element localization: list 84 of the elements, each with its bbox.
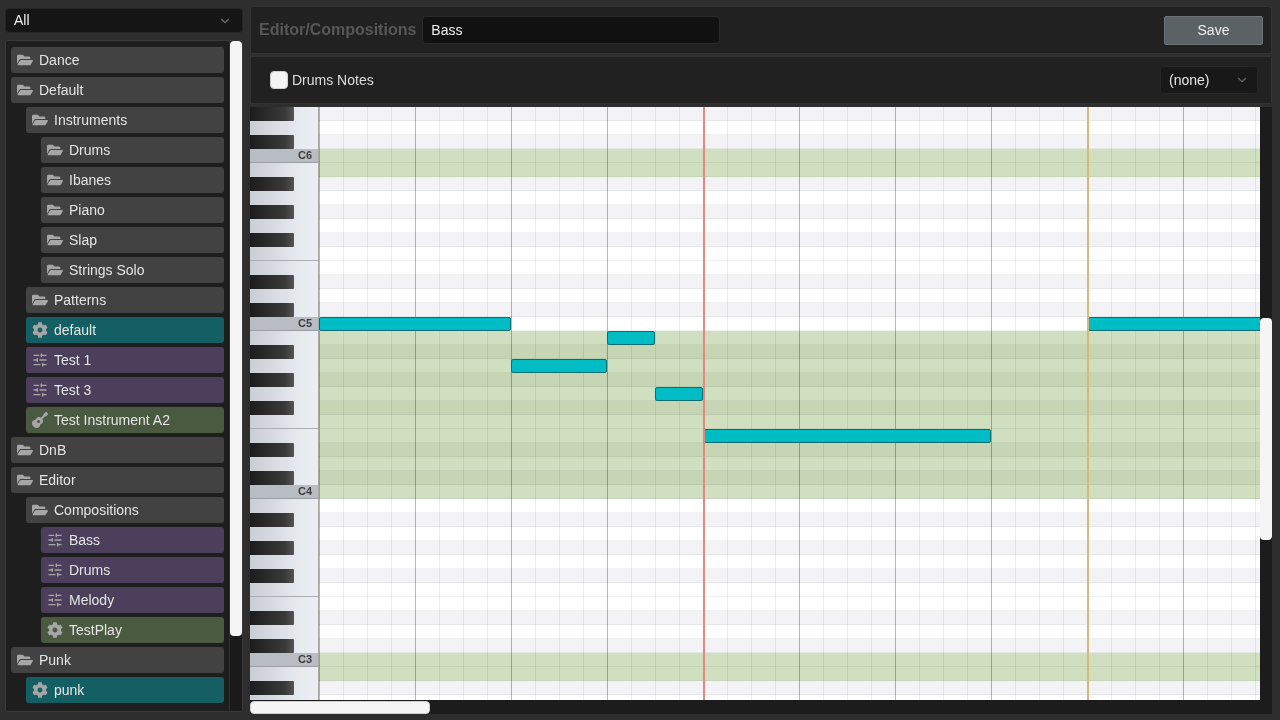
- note-block[interactable]: [511, 359, 607, 373]
- tree-item[interactable]: Piano: [41, 197, 224, 223]
- tree-item[interactable]: Drums: [41, 137, 224, 163]
- tree-item[interactable]: Default: [11, 77, 224, 103]
- tree-item[interactable]: TestPlay: [41, 617, 224, 643]
- tree-item[interactable]: Punk: [11, 647, 224, 673]
- sliders-icon: [47, 562, 63, 578]
- vertical-scrollbar[interactable]: [1260, 107, 1272, 700]
- piano-key[interactable]: [250, 443, 294, 457]
- piano-key[interactable]: [250, 345, 294, 359]
- tree-item[interactable]: Patterns: [26, 287, 224, 313]
- piano-key[interactable]: C3: [250, 653, 318, 667]
- folder-icon: [17, 652, 33, 668]
- piano-key[interactable]: [250, 681, 294, 695]
- sliders-icon: [32, 352, 48, 368]
- tree-item[interactable]: Dance: [11, 47, 224, 73]
- piano-key[interactable]: [250, 471, 294, 485]
- sliders-icon: [47, 592, 63, 608]
- note-block[interactable]: [607, 331, 655, 345]
- folder-icon: [47, 232, 63, 248]
- tree-item[interactable]: Instruments: [26, 107, 224, 133]
- select-dropdown[interactable]: (none): [1160, 66, 1258, 94]
- gear-icon: [32, 322, 48, 338]
- name-field[interactable]: Bass: [422, 16, 721, 44]
- piano-key[interactable]: [250, 639, 294, 653]
- note-block[interactable]: [655, 387, 703, 401]
- tree-item[interactable]: Melody: [41, 587, 224, 613]
- piano-key[interactable]: C6: [250, 149, 318, 163]
- tree-item[interactable]: DnB: [11, 437, 224, 463]
- tree-item[interactable]: Test Instrument A2: [26, 407, 224, 433]
- guitar-icon: [32, 412, 48, 428]
- piano-key[interactable]: [250, 233, 294, 247]
- folder-icon: [47, 262, 63, 278]
- folder-icon: [17, 442, 33, 458]
- piano-key[interactable]: [250, 541, 294, 555]
- tree-item[interactable]: Slap: [41, 227, 224, 253]
- piano-key[interactable]: [250, 373, 294, 387]
- horizontal-scrollbar[interactable]: [250, 700, 1272, 714]
- note-block[interactable]: [703, 429, 991, 443]
- folder-icon: [32, 502, 48, 518]
- folder-icon: [17, 52, 33, 68]
- tree-item[interactable]: Bass: [41, 527, 224, 553]
- folder-icon: [47, 142, 63, 158]
- piano-key[interactable]: C5: [250, 317, 318, 331]
- checkbox[interactable]: [270, 71, 288, 89]
- piano-key[interactable]: [250, 513, 294, 527]
- tree-item[interactable]: Compositions: [26, 497, 224, 523]
- tree-item[interactable]: Test 3: [26, 377, 224, 403]
- piano-key[interactable]: [250, 107, 294, 121]
- checkbox-label: Drums Notes: [292, 70, 374, 90]
- scrollbar-thumb[interactable]: [1260, 318, 1272, 540]
- filter-dropdown[interactable]: All: [5, 8, 243, 33]
- scrollbar-thumb[interactable]: [250, 700, 430, 714]
- marker-line[interactable]: [703, 107, 705, 700]
- piano-key[interactable]: [250, 135, 294, 149]
- piano-key[interactable]: [250, 401, 294, 415]
- folder-icon: [47, 202, 63, 218]
- folder-icon: [17, 472, 33, 488]
- save-button[interactable]: Save: [1164, 15, 1263, 45]
- gear-icon: [32, 682, 48, 698]
- sliders-icon: [32, 382, 48, 398]
- tree-item[interactable]: punk: [26, 677, 224, 703]
- piano-key[interactable]: [250, 569, 294, 583]
- folder-icon: [32, 112, 48, 128]
- sliders-icon: [47, 532, 63, 548]
- folder-icon: [32, 292, 48, 308]
- folder-icon: [17, 82, 33, 98]
- vertical-scrollbar[interactable]: [229, 41, 242, 711]
- piano-key[interactable]: [250, 275, 294, 289]
- piano-key[interactable]: C4: [250, 485, 318, 499]
- tree-item[interactable]: Test 1: [26, 347, 224, 373]
- piano-key[interactable]: [250, 611, 294, 625]
- scrollbar-thumb[interactable]: [230, 41, 242, 636]
- gear-icon: [47, 622, 63, 638]
- tree-item[interactable]: Drums: [41, 557, 224, 583]
- piano-key[interactable]: [250, 177, 294, 191]
- marker-line[interactable]: [1087, 107, 1089, 700]
- tree-item[interactable]: default: [26, 317, 224, 343]
- tree-item[interactable]: Strings Solo: [41, 257, 224, 283]
- tree-item[interactable]: Ibanes: [41, 167, 224, 193]
- tree-item[interactable]: Editor: [11, 467, 224, 493]
- piano-key[interactable]: [250, 303, 294, 317]
- folder-icon: [47, 172, 63, 188]
- piano-key[interactable]: [250, 205, 294, 219]
